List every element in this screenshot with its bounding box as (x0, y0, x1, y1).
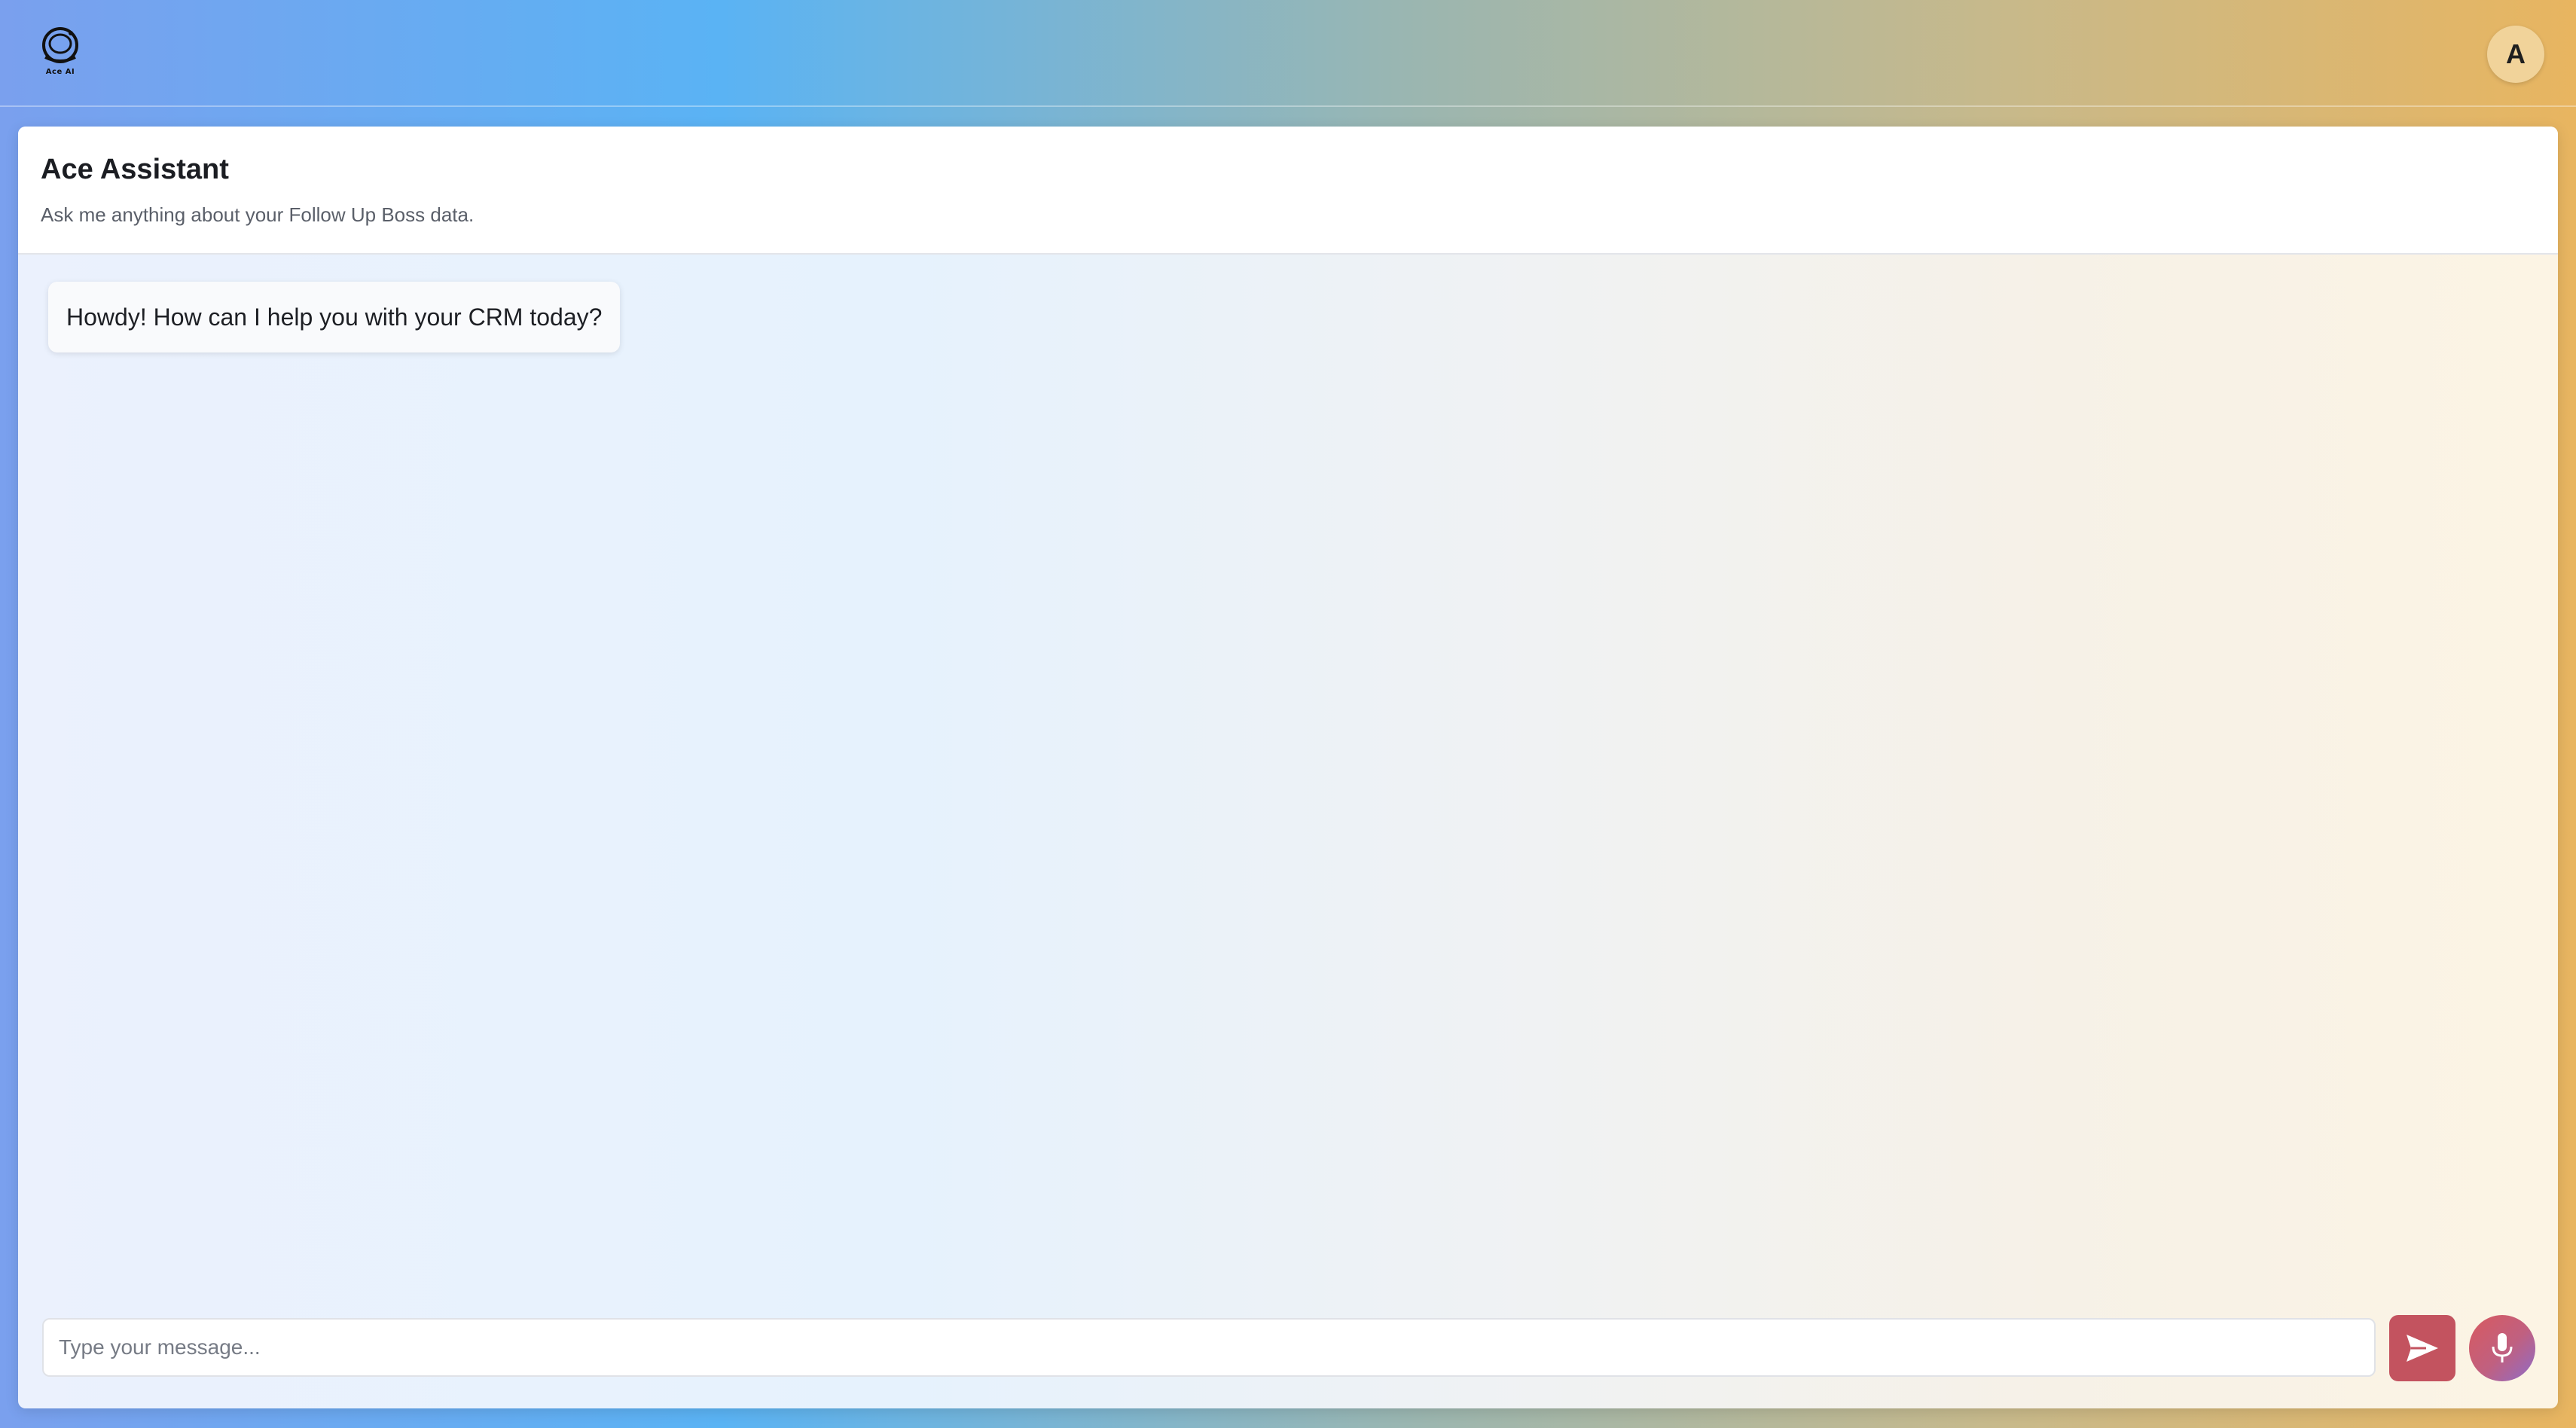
assistant-message: Howdy! How can I help you with your CRM … (48, 282, 621, 352)
message-input[interactable] (42, 1318, 2376, 1377)
message-list: Howdy! How can I help you with your CRM … (18, 255, 2558, 1264)
chat-panel: Ace Assistant Ask me anything about your… (18, 127, 2558, 1408)
astronaut-helmet-icon (42, 27, 78, 63)
send-icon (2407, 1335, 2438, 1362)
top-bar: Ace AI A (0, 0, 2576, 107)
send-button[interactable] (2389, 1315, 2455, 1381)
chat-header: Ace Assistant Ask me anything about your… (18, 127, 2558, 255)
app-logo[interactable]: Ace AI (38, 26, 83, 83)
chat-subtitle: Ask me anything about your Follow Up Bos… (41, 203, 475, 226)
logo-text: Ace AI (45, 68, 75, 76)
chat-title: Ace Assistant (41, 154, 229, 185)
user-avatar[interactable]: A (2487, 26, 2544, 83)
microphone-button[interactable] (2469, 1315, 2535, 1381)
microphone-icon (2492, 1333, 2513, 1362)
